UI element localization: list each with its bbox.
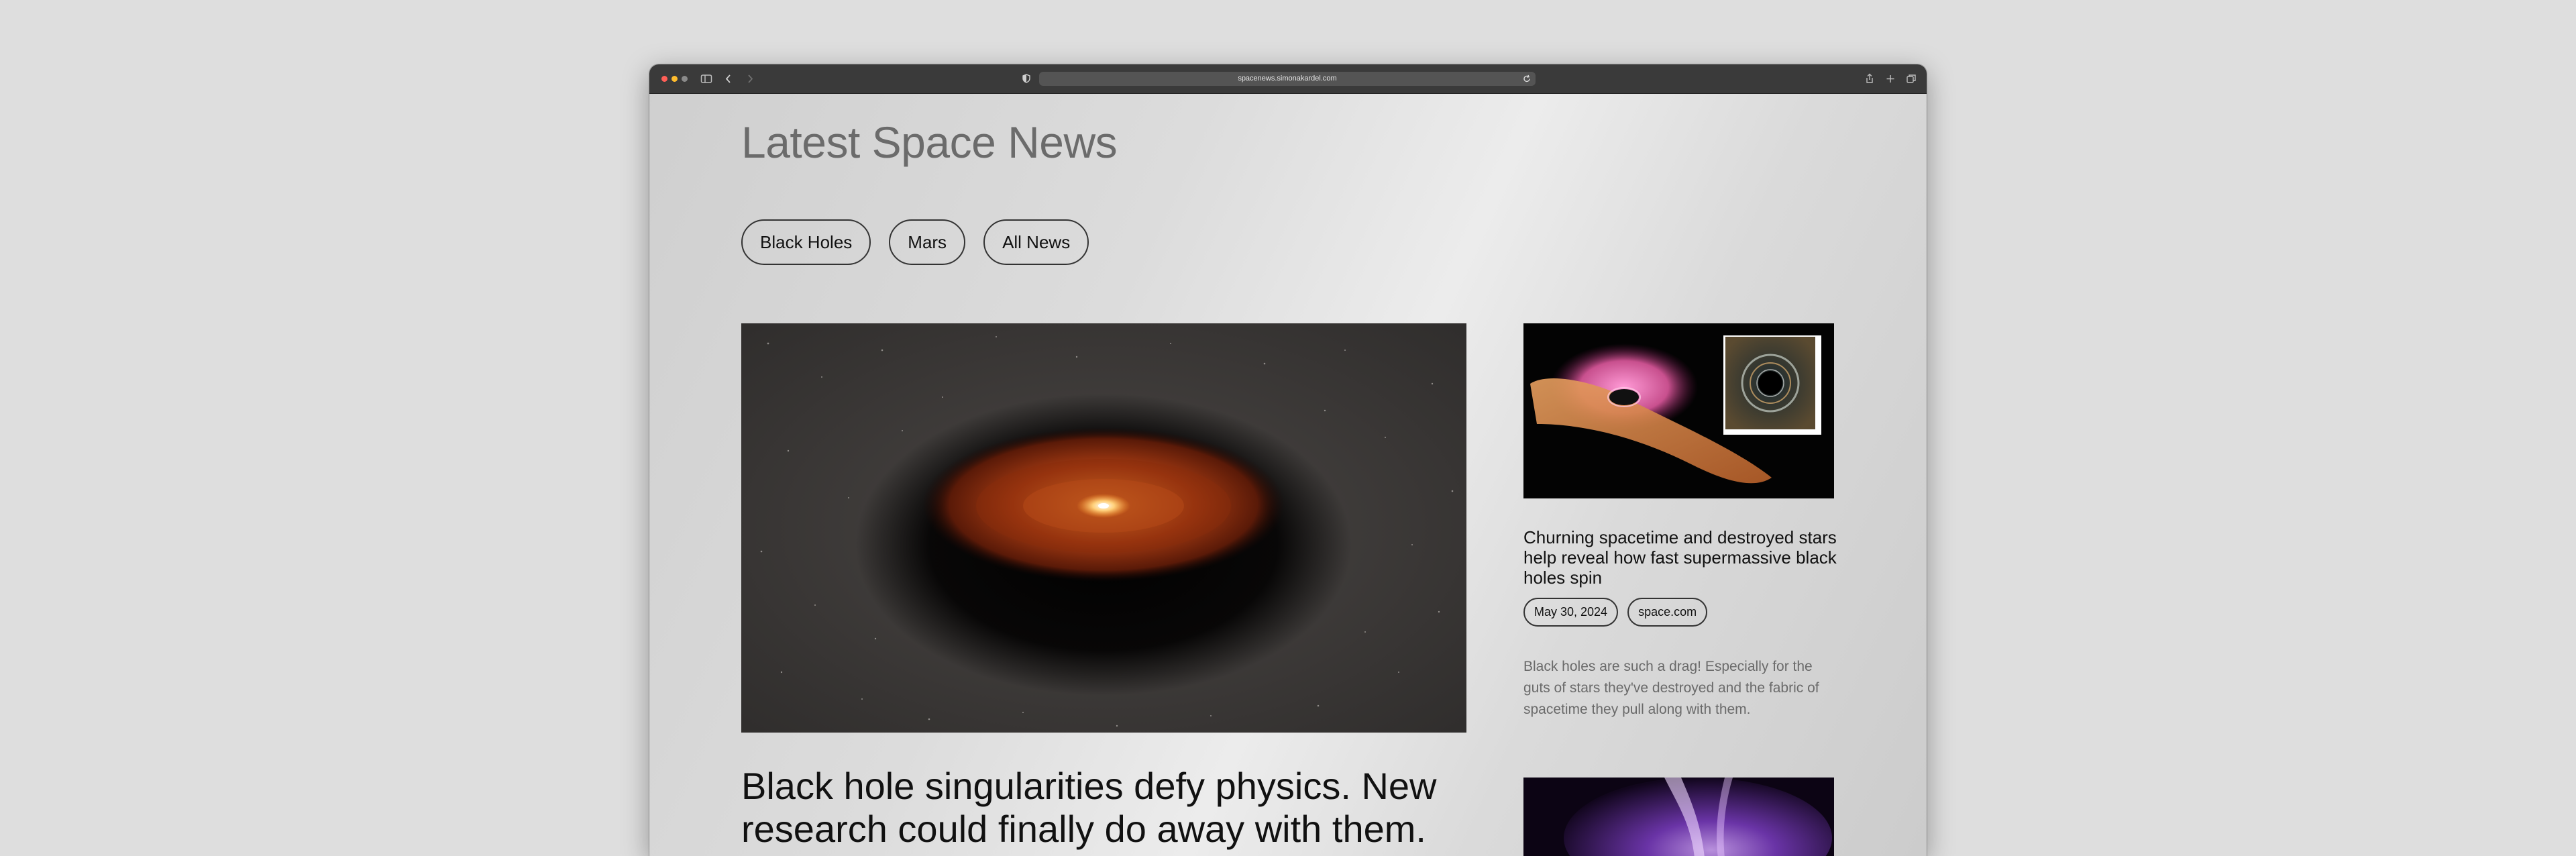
zoom-window-button[interactable] (682, 76, 688, 82)
forward-icon[interactable] (745, 72, 755, 85)
article-source-badge[interactable]: space.com (1627, 598, 1708, 627)
share-icon[interactable] (1864, 72, 1876, 85)
tabs-overview-icon[interactable] (1905, 72, 1917, 85)
sidebar-article-title[interactable]: Churning spacetime and destroyed stars h… (1523, 527, 1839, 588)
browser-toolbar: spacenews.simonakardel.com (649, 64, 1927, 94)
category-filters: Black Holes Mars All News (741, 219, 1089, 265)
page-title: Latest Space News (741, 117, 1118, 167)
address-bar[interactable]: spacenews.simonakardel.com (1039, 72, 1536, 86)
filter-mars-button[interactable]: Mars (889, 219, 966, 265)
sidebar-article-description: Black holes are such a drag! Especially … (1523, 659, 1819, 717)
sidebar-icon[interactable] (700, 72, 714, 85)
minimize-window-button[interactable] (672, 76, 678, 82)
close-window-button[interactable] (661, 76, 667, 82)
article-date-badge: May 30, 2024 (1523, 598, 1619, 627)
back-icon[interactable] (723, 72, 734, 85)
second-sidebar-article-image[interactable] (1523, 778, 1834, 856)
filter-all-news-button[interactable]: All News (983, 219, 1089, 265)
reload-icon[interactable] (1521, 72, 1533, 85)
featured-article-image[interactable] (741, 323, 1466, 733)
shield-icon[interactable] (1022, 72, 1032, 85)
page-content: Latest Space News Black Holes Mars All N… (649, 94, 1927, 856)
browser-window: spacenews.simonakardel.com Latest Space … (649, 64, 1927, 856)
featured-article-title[interactable]: Black hole singularities defy physics. N… (741, 765, 1466, 851)
new-tab-icon[interactable] (1884, 72, 1896, 85)
url-text: spacenews.simonakardel.com (1238, 74, 1337, 83)
sidebar-article-image[interactable] (1523, 323, 1834, 498)
sidebar-article-meta: May 30, 2024 space.com (1523, 598, 1708, 627)
filter-black-holes-button[interactable]: Black Holes (741, 219, 871, 265)
